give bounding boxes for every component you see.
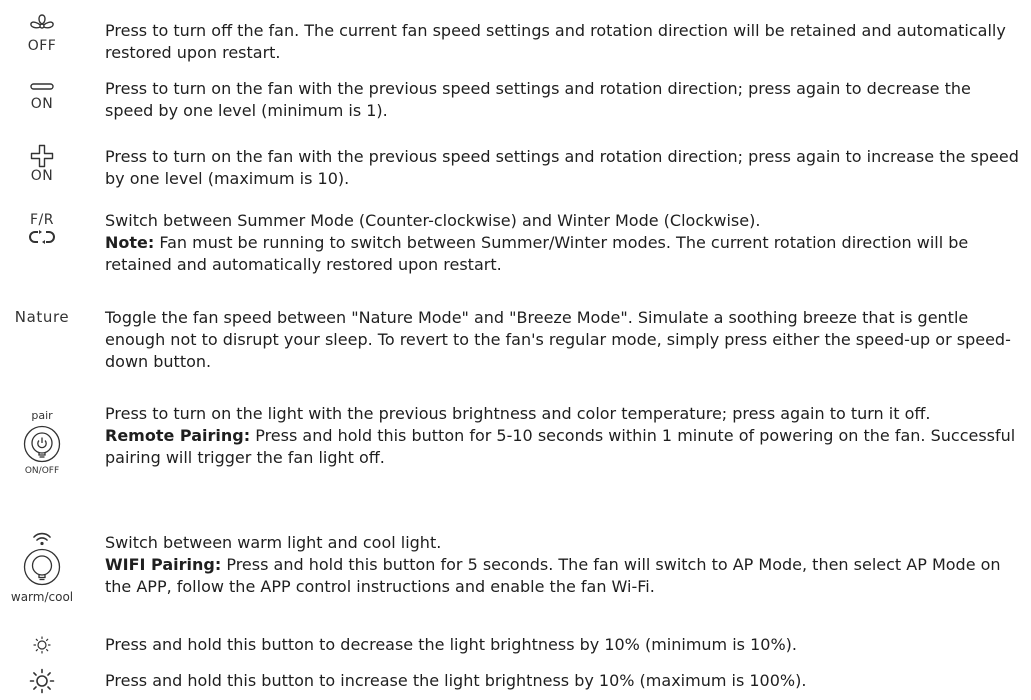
speed-down-label: ON xyxy=(30,96,54,112)
fan-off-label: OFF xyxy=(27,38,57,54)
description-text: Press and hold this button to increase t… xyxy=(105,671,807,690)
plus-icon xyxy=(30,144,54,168)
nature-description: Toggle the fan speed between "Nature Mod… xyxy=(105,307,1023,373)
description-text: Switch between Summer Mode (Counter-cloc… xyxy=(105,211,761,230)
speed-up-description: Press to turn on the fan with the previo… xyxy=(105,146,1023,190)
description-text: Toggle the fan speed between "Nature Mod… xyxy=(105,308,1011,371)
note-label: WIFI Pairing: xyxy=(105,555,222,574)
reverse-label: F/R xyxy=(30,212,54,228)
note-body: Fan must be running to switch between Su… xyxy=(105,233,969,274)
speed-down-button: ON xyxy=(0,82,84,112)
reverse-description: Switch between Summer Mode (Counter-cloc… xyxy=(105,210,1023,276)
brightness-up-icon xyxy=(29,668,55,694)
note-text: WIFI Pairing: Press and hold this button… xyxy=(105,554,1023,598)
light-power-label: ON/OFF xyxy=(24,466,60,476)
description-text: Press to turn off the fan. The current f… xyxy=(105,21,1006,62)
fan-off-button: OFF xyxy=(0,14,84,54)
note-label: Note: xyxy=(105,233,155,252)
power-bulb-icon xyxy=(23,425,61,463)
nature-label: Nature xyxy=(14,308,70,326)
note-label: Remote Pairing: xyxy=(105,426,251,445)
light-power-button: pair ON/OFF xyxy=(0,409,84,476)
description-text: Press and hold this button to decrease t… xyxy=(105,635,797,654)
brightness-down-description: Press and hold this button to decrease t… xyxy=(105,634,1023,656)
pair-label: pair xyxy=(31,409,53,422)
nature-button: Nature xyxy=(0,309,84,325)
brightness-up-description: Press and hold this button to increase t… xyxy=(105,670,1023,692)
speed-down-description: Press to turn on the fan with the previo… xyxy=(105,78,1023,122)
color-temp-label: warm/cool xyxy=(10,590,74,604)
brightness-down-icon xyxy=(33,636,51,654)
reverse-icon xyxy=(29,230,55,244)
wifi-icon xyxy=(33,532,51,546)
description-text: Press to turn on the fan with the previo… xyxy=(105,79,971,120)
reverse-button: F/R xyxy=(0,212,84,245)
speed-up-label: ON xyxy=(30,168,54,184)
note-text: Remote Pairing: Press and hold this butt… xyxy=(105,425,1023,469)
color-temp-button: warm/cool xyxy=(0,532,84,605)
description-text: Press to turn on the light with the prev… xyxy=(105,404,931,423)
fan-off-description: Press to turn off the fan. The current f… xyxy=(105,20,1023,64)
brightness-up-button xyxy=(0,668,84,694)
wifi-bulb-icon xyxy=(23,548,61,586)
minus-icon xyxy=(30,83,54,90)
brightness-down-button xyxy=(0,634,84,656)
description-text: Press to turn on the fan with the previo… xyxy=(105,147,1019,188)
light-power-description: Press to turn on the light with the prev… xyxy=(105,403,1023,469)
color-temp-description: Switch between warm light and cool light… xyxy=(105,532,1023,598)
speed-up-button: ON xyxy=(0,144,84,184)
note-body: Press and hold this button for 5 seconds… xyxy=(105,555,1001,596)
description-text: Switch between warm light and cool light… xyxy=(105,533,442,552)
note-text: Note: Fan must be running to switch betw… xyxy=(105,232,1023,276)
fan-icon xyxy=(30,14,54,29)
